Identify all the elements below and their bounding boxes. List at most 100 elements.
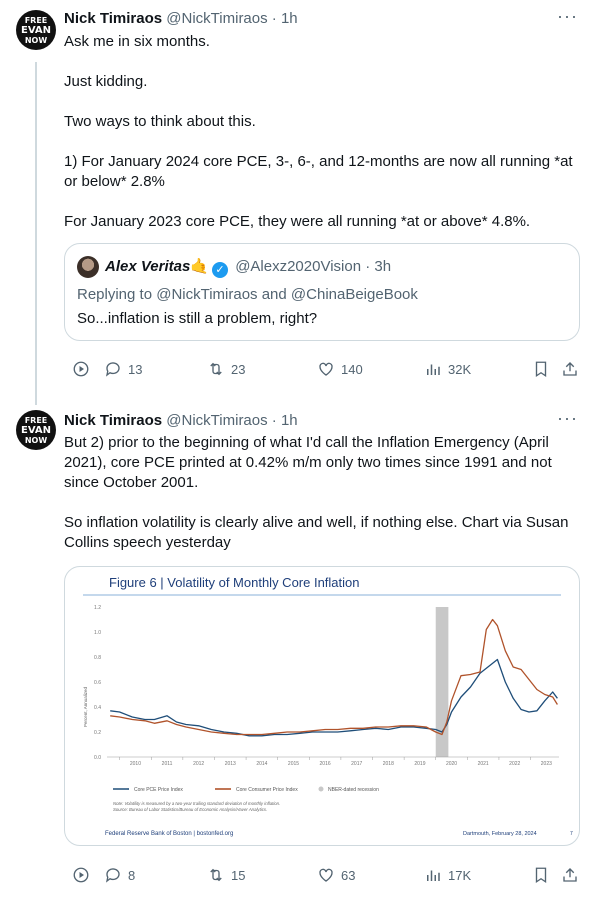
share-button[interactable] [561, 866, 579, 884]
retweet-button[interactable]: 23 [207, 360, 245, 378]
tweet-time[interactable]: · 1h [272, 412, 298, 429]
x-tick-label: 2023 [541, 761, 552, 767]
more-options-icon[interactable]: ··· [557, 6, 578, 27]
reply-count: 8 [128, 867, 136, 883]
views-button[interactable]: 17K [424, 866, 471, 884]
tweet-paragraph: But 2) prior to the beginning of what I'… [64, 434, 552, 491]
more-options-icon[interactable]: ··· [557, 408, 578, 429]
retweet-icon [210, 868, 222, 882]
avatar-text-evan: EVAN [21, 424, 51, 436]
author-name[interactable]: Nick Timiraos [64, 412, 162, 429]
heart-icon [319, 868, 333, 882]
quoted-tweet[interactable]: Alex Veritas🤙 ✓ @Alexz2020Vision · 3h Rep… [64, 243, 580, 341]
views-button[interactable]: 32K [424, 360, 471, 378]
play-button[interactable] [72, 866, 90, 884]
y-axis-label: Percent, Annualized [83, 686, 88, 727]
quoted-author-handle[interactable]: @Alexz2020Vision [235, 258, 361, 275]
quoted-author-name[interactable]: Alex Veritas [105, 258, 190, 275]
avatar-text-evan: EVAN [21, 24, 51, 36]
y-tick-label: 0.4 [94, 705, 101, 711]
bookmark-icon [535, 867, 547, 884]
y-tick-label: 0.8 [94, 655, 101, 661]
share-button[interactable] [561, 360, 579, 378]
quoted-avatar[interactable] [77, 256, 99, 278]
share-icon [563, 868, 577, 882]
chart-svg: Figure 6 | Volatility of Monthly Core In… [83, 575, 573, 837]
retweet-icon [210, 362, 222, 376]
y-tick-label: 1.0 [94, 630, 101, 636]
x-tick-label: 2020 [446, 761, 457, 767]
x-tick-label: 2012 [193, 761, 204, 767]
x-tick-label: 2021 [478, 761, 489, 767]
avatar-text-free: FREE [24, 15, 48, 25]
plot-area: 0.0 0.2 0.4 0.6 0.8 1.0 1.2 2010 2011 2012 2013 201… [94, 605, 559, 767]
chart-source: Source: Bureau of Labor Statistics/Burea… [113, 807, 267, 812]
x-tick-label: 2011 [162, 761, 173, 767]
quoted-time[interactable]: · 3h [365, 258, 391, 275]
tweet-paragraph: So inflation volatility is clearly alive… [64, 514, 569, 551]
footer-left: Federal Reserve Bank of Boston | bostonf… [105, 831, 233, 837]
x-tick-label: 2019 [414, 761, 425, 767]
bookmark-button[interactable] [532, 360, 550, 378]
replying-to[interactable]: Replying to @NickTimiraos and @ChinaBeig… [77, 286, 418, 303]
tweet-paragraph: For January 2023 core PCE, they were all… [64, 213, 531, 230]
x-tick-label: 2018 [383, 761, 394, 767]
y-tick-label: 0.6 [94, 680, 101, 686]
like-button[interactable]: 63 [317, 866, 355, 884]
page-number: 7 [570, 831, 573, 837]
avatar-text-now: NOW [24, 435, 48, 445]
y-tick-label: 1.2 [94, 605, 101, 611]
like-count: 63 [341, 867, 356, 883]
emoji: 🤙 [190, 258, 210, 275]
bookmark-icon [535, 361, 547, 378]
tweet-time[interactable]: · 1h [272, 10, 298, 27]
x-tick-label: 2015 [288, 761, 299, 767]
footer-right: Dartmouth, February 28, 2024 [463, 831, 537, 837]
play-circle-icon [73, 867, 89, 883]
y-tick-label: 0.0 [94, 755, 101, 761]
reply-button[interactable]: 13 [104, 360, 142, 378]
legend-swatch-recession [318, 786, 324, 792]
tweet-text: Ask me in six months. Just kidding. Two … [64, 32, 584, 232]
x-tick-label: 2014 [256, 761, 267, 767]
bookmark-button[interactable] [532, 866, 550, 884]
tweet-paragraph: 1) For January 2024 core PCE, 3-, 6-, an… [64, 153, 573, 190]
views-chart-icon [427, 870, 440, 881]
chart-image[interactable]: Figure 6 | Volatility of Monthly Core In… [64, 566, 580, 846]
x-tick-label: 2017 [351, 761, 362, 767]
quoted-header: Alex Veritas🤙 ✓ @Alexz2020Vision · 3h [105, 257, 391, 278]
avatar[interactable]: FREE EVAN NOW [16, 10, 56, 50]
author-handle[interactable]: @NickTimiraos [166, 412, 267, 429]
avatar-text-free: FREE [24, 415, 48, 425]
action-bar: 8 15 63 17K [64, 866, 584, 890]
tweet-paragraph: Ask me in six months. [64, 33, 210, 50]
tweet-header: Nick Timiraos @NickTimiraos · 1h [64, 412, 298, 429]
legend-label: NBER-dated recession [328, 787, 379, 793]
like-count: 140 [341, 361, 363, 377]
series-line-core-cpi [110, 618, 558, 736]
y-tick-label: 0.2 [94, 730, 101, 736]
reply-count: 13 [128, 361, 143, 377]
legend-label: Core PCE Price Index [134, 787, 183, 793]
avatar[interactable]: FREE EVAN NOW [16, 410, 56, 450]
share-icon [563, 362, 577, 376]
heart-icon [319, 362, 333, 376]
tweet-1[interactable]: FREE EVAN NOW Nick Timiraos @NickTimirao… [0, 0, 600, 405]
reply-icon [105, 362, 120, 377]
retweet-count: 23 [231, 361, 246, 377]
tweet-paragraph: Just kidding. [64, 73, 148, 90]
chart-title: Figure 6 | Volatility of Monthly Core In… [109, 575, 360, 590]
like-button[interactable]: 140 [317, 360, 363, 378]
avatar-text-now: NOW [24, 35, 48, 45]
legend: Core PCE Price Index Core Consumer Price… [113, 786, 379, 793]
tweet-paragraph: Two ways to think about this. [64, 113, 256, 130]
thread-connector [35, 62, 37, 405]
author-name[interactable]: Nick Timiraos [64, 10, 162, 27]
action-bar: 13 23 140 32K [64, 360, 584, 384]
reply-button[interactable]: 8 [104, 866, 135, 884]
author-handle[interactable]: @NickTimiraos [166, 10, 267, 27]
x-tick-label: 2016 [320, 761, 331, 767]
play-button[interactable] [72, 360, 90, 378]
retweet-button[interactable]: 15 [207, 866, 245, 884]
tweet-text: But 2) prior to the beginning of what I'… [64, 433, 584, 553]
